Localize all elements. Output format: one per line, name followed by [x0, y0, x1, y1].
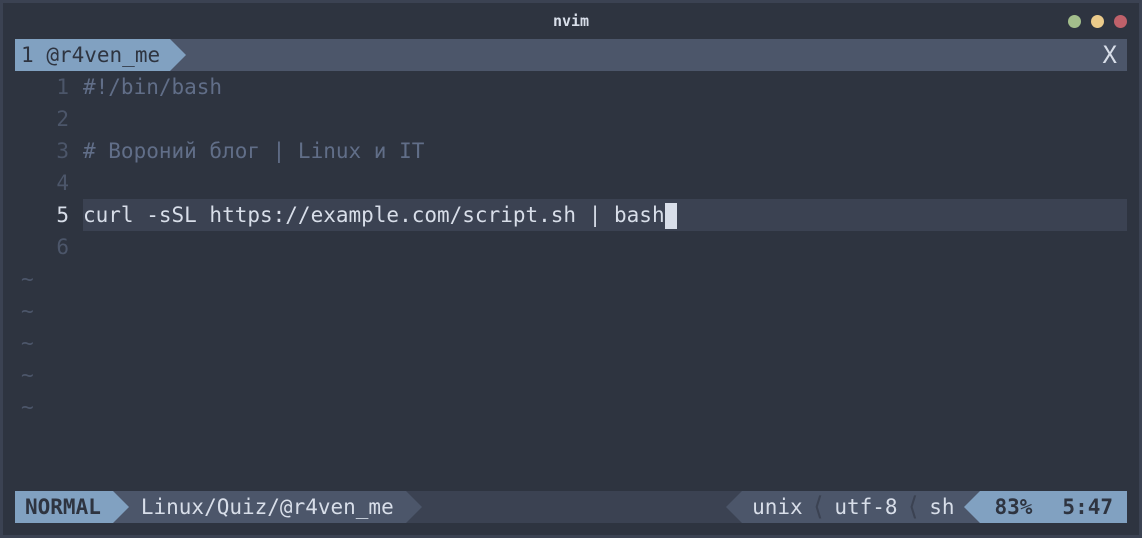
editor-line: 4: [15, 167, 1127, 199]
mode-indicator: NORMAL: [15, 491, 113, 523]
chevron-left-icon: ⟨: [898, 491, 930, 523]
cursor-icon: [665, 203, 677, 229]
fileformat: unix: [752, 495, 803, 519]
editor-line: 2: [15, 103, 1127, 135]
window-controls: [1068, 15, 1127, 28]
tilde-icon: ~: [15, 395, 34, 419]
separator-left-icon: [726, 491, 742, 523]
maximize-button[interactable]: [1091, 15, 1104, 28]
line-number: 5: [15, 203, 83, 227]
position-indicator: 83% 5:47: [980, 491, 1127, 523]
file-info: unix ⟨ utf-8 ⟨ sh: [742, 491, 964, 523]
tilde-icon: ~: [15, 267, 34, 291]
tab-label: @r4ven_me: [46, 43, 160, 67]
editor-area[interactable]: 1 #!/bin/bash 2 3 # Вороний блог | Linux…: [15, 71, 1127, 423]
tab-close-button[interactable]: X: [1093, 39, 1127, 71]
scroll-percent: 83%: [994, 495, 1032, 519]
filetype: sh: [929, 495, 954, 519]
editor-empty-line: ~: [15, 263, 1127, 295]
code-text[interactable]: # Вороний блог | Linux и IT: [83, 139, 1127, 163]
separator-right-icon: [113, 491, 129, 523]
line-number: 6: [15, 235, 83, 259]
tilde-icon: ~: [15, 363, 34, 387]
tabline: 1 @r4ven_me X: [15, 39, 1127, 71]
close-button[interactable]: [1114, 15, 1127, 28]
line-number: 3: [15, 139, 83, 163]
editor-empty-line: ~: [15, 295, 1127, 327]
tab-1[interactable]: 1 @r4ven_me: [15, 39, 170, 71]
minimize-button[interactable]: [1068, 15, 1081, 28]
window-title: nvim: [553, 12, 589, 30]
tilde-icon: ~: [15, 299, 34, 323]
status-spacer: [422, 491, 726, 523]
code-text[interactable]: curl -sSL https://example.com/script.sh …: [83, 199, 1127, 231]
line-number: 4: [15, 171, 83, 195]
tab-separator-icon: [170, 39, 186, 71]
line-number: 2: [15, 107, 83, 131]
editor-line-current: 5 curl -sSL https://example.com/script.s…: [15, 199, 1127, 231]
separator-left-icon: [964, 491, 980, 523]
tab-number: 1: [21, 43, 34, 67]
editor-line: 1 #!/bin/bash: [15, 71, 1127, 103]
statusline: NORMAL Linux/Quiz/@r4ven_me unix ⟨ utf-8…: [15, 491, 1127, 523]
cursor-position: 5:47: [1062, 495, 1113, 519]
editor-line: 3 # Вороний блог | Linux и IT: [15, 135, 1127, 167]
editor-empty-line: ~: [15, 327, 1127, 359]
separator-right-icon: [406, 491, 422, 523]
editor-empty-line: ~: [15, 359, 1127, 391]
editor-line: 6: [15, 231, 1127, 263]
encoding: utf-8: [834, 495, 897, 519]
file-path: Linux/Quiz/@r4ven_me: [129, 491, 406, 523]
code-text[interactable]: #!/bin/bash: [83, 75, 1127, 99]
titlebar: nvim: [3, 3, 1139, 39]
line-number: 1: [15, 75, 83, 99]
tilde-icon: ~: [15, 331, 34, 355]
chevron-left-icon: ⟨: [803, 491, 835, 523]
editor-empty-line: ~: [15, 391, 1127, 423]
